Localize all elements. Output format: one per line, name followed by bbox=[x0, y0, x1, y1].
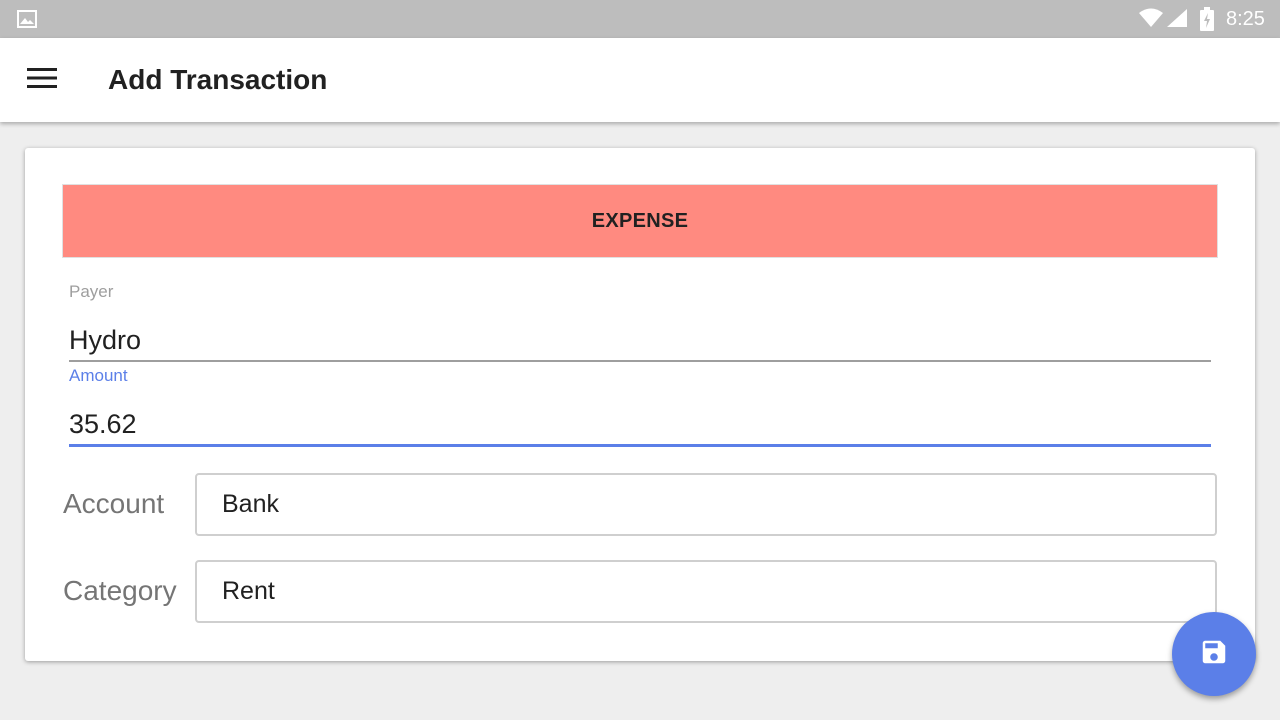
amount-label: Amount bbox=[69, 366, 128, 385]
menu-icon bbox=[27, 67, 57, 94]
save-button[interactable] bbox=[1172, 612, 1256, 696]
wifi-icon bbox=[1138, 8, 1164, 33]
amount-field: Amount bbox=[69, 366, 1211, 447]
app-bar: Add Transaction bbox=[0, 38, 1280, 122]
transaction-type-button[interactable]: EXPENSE bbox=[62, 184, 1218, 258]
payer-label: Payer bbox=[69, 282, 114, 301]
account-label: Account bbox=[63, 488, 165, 519]
account-selected-value: Bank bbox=[222, 490, 279, 518]
battery-charging-icon bbox=[1200, 7, 1214, 36]
signal-icon bbox=[1166, 8, 1188, 33]
page-title: Add Transaction bbox=[108, 64, 328, 95]
status-bar: 8:25 bbox=[0, 0, 1280, 38]
amount-input[interactable] bbox=[69, 404, 1211, 447]
save-icon bbox=[1199, 637, 1229, 672]
account-select[interactable]: Bank bbox=[195, 473, 1217, 536]
category-selected-value: Rent bbox=[222, 577, 275, 605]
gallery-icon bbox=[17, 10, 37, 33]
menu-button[interactable] bbox=[14, 52, 70, 108]
category-select[interactable]: Rent bbox=[195, 560, 1217, 623]
transaction-form-card: EXPENSE Payer Amount Account Bank Catego… bbox=[25, 148, 1255, 661]
payer-input[interactable] bbox=[69, 320, 1211, 362]
status-time: 8:25 bbox=[1226, 8, 1265, 30]
payer-field: Payer bbox=[69, 282, 1211, 362]
category-label: Category bbox=[63, 575, 177, 606]
